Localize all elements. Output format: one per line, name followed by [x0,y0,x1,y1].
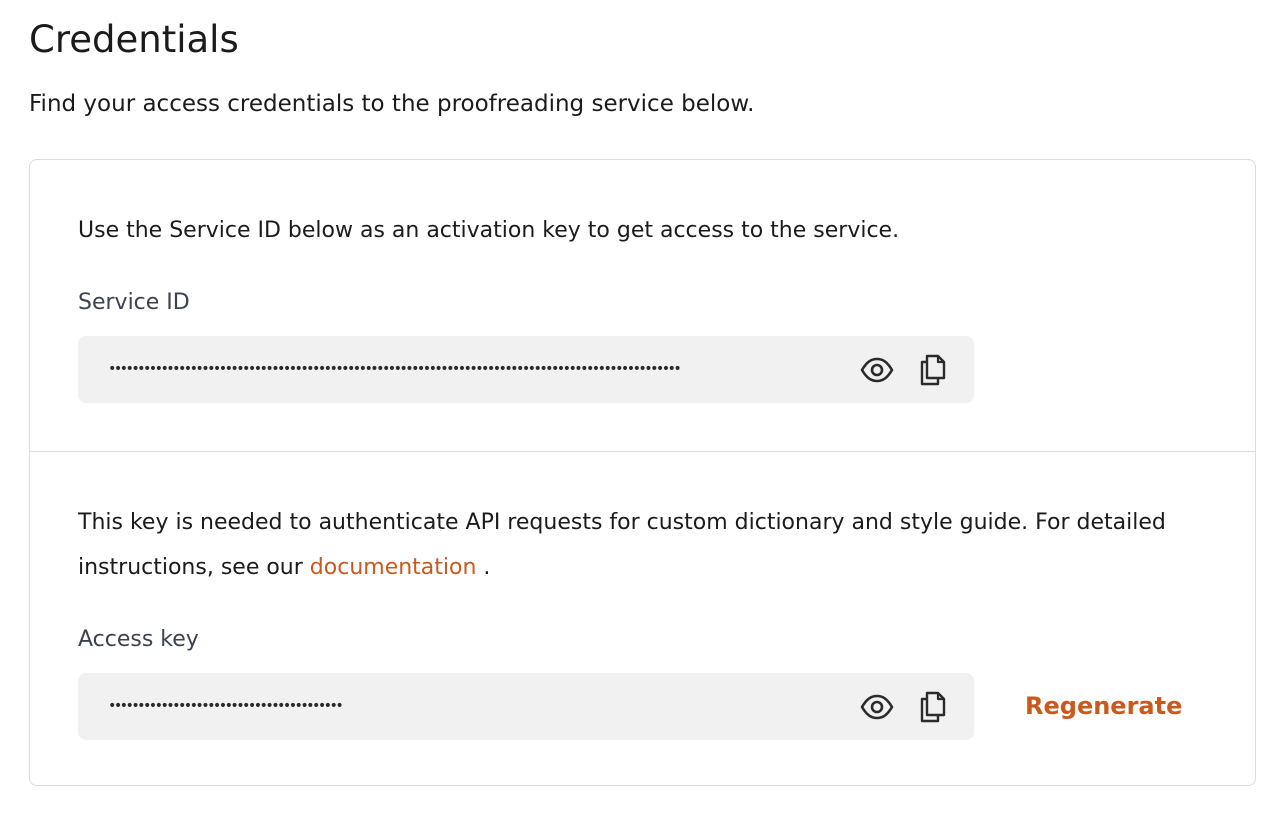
documentation-link[interactable]: documentation [310,555,477,580]
credentials-card: Use the Service ID below as an activatio… [29,159,1256,786]
service-id-masked-value: ••••••••••••••••••••••••••••••••••••••••… [108,361,682,377]
service-id-label: Service ID [78,290,190,315]
copy-service-id-button[interactable] [914,352,950,388]
section-divider [30,451,1255,452]
access-key-description-text: This key is needed to authenticate API r… [78,510,1166,580]
access-key-description-end: . [476,555,491,580]
copy-access-key-button[interactable] [914,689,950,725]
access-key-description: This key is needed to authenticate API r… [78,500,1188,590]
service-id-field[interactable]: ••••••••••••••••••••••••••••••••••••••••… [78,336,974,403]
copy-icon [920,354,946,386]
credentials-page: Credentials Find your access credentials… [0,0,1282,824]
show-service-id-button[interactable] [859,352,895,388]
show-access-key-button[interactable] [859,689,895,725]
copy-icon [920,691,946,723]
regenerate-button[interactable]: Regenerate [1025,689,1182,723]
access-key-masked-value: •••••••••••••••••••••••••••••••••••••••• [108,698,344,714]
page-subtitle: Find your access credentials to the proo… [29,91,755,117]
eye-icon [860,694,894,720]
access-key-label: Access key [78,627,199,652]
eye-icon [860,357,894,383]
page-title: Credentials [29,18,239,61]
service-id-description: Use the Service ID below as an activatio… [78,218,900,243]
access-key-field[interactable]: •••••••••••••••••••••••••••••••••••••••• [78,673,974,740]
